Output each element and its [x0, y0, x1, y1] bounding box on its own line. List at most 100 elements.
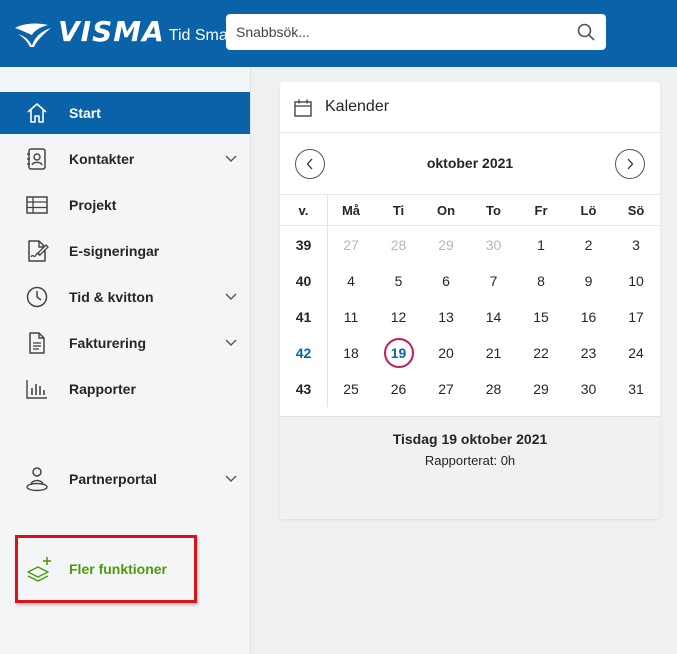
calendar-day[interactable]: 12	[375, 299, 422, 335]
weekday-header: Sö	[627, 202, 645, 218]
calendar-day[interactable]: 28	[375, 227, 422, 263]
selected-date: Tisdag 19 oktober 2021	[392, 431, 548, 447]
sidebar-item-tid-kvitton[interactable]: Tid & kvitton	[0, 276, 250, 318]
chevron-right-icon	[627, 158, 634, 170]
calendar-day[interactable]: 30	[470, 227, 517, 263]
sidebar-item-fakturering[interactable]: Fakturering	[0, 322, 250, 364]
calendar-day[interactable]: 18	[328, 335, 375, 371]
weekday-header: Må	[341, 202, 361, 218]
week-number: 43	[295, 381, 312, 397]
sidebar-item-label: Tid & kvitton	[69, 289, 154, 305]
sidebar-item-label: Projekt	[69, 197, 117, 213]
calendar-title: Kalender	[325, 98, 390, 115]
week-number: 40	[295, 273, 312, 289]
calendar-day[interactable]: 30	[565, 371, 612, 407]
calendar-day[interactable]: 6	[423, 263, 470, 299]
calendar-day[interactable]: 4	[328, 263, 375, 299]
calendar-day[interactable]: 26	[375, 371, 422, 407]
calendar-day[interactable]: 24	[613, 335, 660, 371]
home-icon	[24, 100, 50, 126]
quick-search	[226, 14, 606, 50]
calendar-day[interactable]: 3	[613, 227, 660, 263]
more-functions-label: Fler funktioner	[69, 561, 168, 577]
logo-wordmark: VISMA	[58, 15, 165, 48]
calendar-day[interactable]: 27	[423, 371, 470, 407]
contacts-icon	[24, 146, 50, 172]
calendar-card: Kalender oktober 2021 v. Må Ti On To Fr Lö Sö 39…	[280, 82, 660, 519]
calendar-day[interactable]: 14	[470, 299, 517, 335]
weekday-header: Ti	[392, 202, 405, 218]
reported-hours: Rapporterat: 0h	[424, 453, 516, 468]
sidebar: Start Kontakter Projekt E-signeringar Ti…	[0, 67, 251, 654]
calendar-day[interactable]: 27	[328, 227, 375, 263]
calendar-day[interactable]: 28	[470, 371, 517, 407]
weekday-header: To	[486, 202, 501, 218]
calendar-day[interactable]: 17	[613, 299, 660, 335]
more-functions-button[interactable]: Fler funktioner	[15, 535, 197, 603]
search-icon[interactable]	[576, 22, 596, 42]
chevron-down-icon[interactable]	[224, 152, 238, 166]
sidebar-item-label: Rapporter	[69, 381, 136, 397]
clock-icon	[24, 284, 50, 310]
calendar-day[interactable]: 29	[518, 371, 565, 407]
calendar-day[interactable]: 22	[518, 335, 565, 371]
week-number-header: v.	[298, 202, 309, 218]
chevron-down-icon[interactable]	[224, 472, 238, 486]
week-number: 42	[295, 345, 312, 361]
calendar-day[interactable]: 21	[470, 335, 517, 371]
calendar-day[interactable]: 7	[470, 263, 517, 299]
calendar-day[interactable]: 2	[565, 227, 612, 263]
calendar-day[interactable]: 13	[423, 299, 470, 335]
sidebar-item-projekt[interactable]: Projekt	[0, 184, 250, 226]
top-header: VISMA Tid Smart	[0, 0, 677, 67]
calendar-icon	[293, 98, 313, 118]
month-label: oktober 2021	[426, 155, 514, 171]
layers-plus-icon	[26, 555, 54, 583]
calendar-day[interactable]: 25	[328, 371, 375, 407]
sidebar-item-label: Partnerportal	[69, 471, 157, 487]
calendar-day[interactable]: 9	[565, 263, 612, 299]
chevron-down-icon[interactable]	[224, 336, 238, 350]
today-marker: 19	[383, 338, 414, 368]
calendar-day[interactable]: 31	[613, 371, 660, 407]
calendar-day[interactable]: 29	[423, 227, 470, 263]
sidebar-item-start[interactable]: Start	[0, 92, 250, 134]
week-number: 41	[295, 309, 312, 325]
sidebar-item-label: E-signeringar	[69, 243, 160, 259]
week-number: 39	[295, 237, 312, 253]
month-navigation: oktober 2021	[280, 133, 660, 195]
sidebar-item-rapporter[interactable]: Rapporter	[0, 368, 250, 410]
invoice-icon	[24, 330, 50, 356]
chevron-down-icon[interactable]	[224, 290, 238, 304]
sidebar-item-label: Kontakter	[69, 151, 135, 167]
calendar-header: Kalender	[280, 82, 660, 133]
bar-chart-icon	[24, 376, 50, 402]
weekday-header: Lö	[580, 202, 597, 218]
calendar-day[interactable]: 16	[565, 299, 612, 335]
calendar-day[interactable]: 11	[328, 299, 375, 335]
calendar-day[interactable]: 20	[423, 335, 470, 371]
next-month-button[interactable]	[615, 149, 645, 179]
weekday-header: Fr	[534, 202, 548, 218]
project-table-icon	[24, 192, 50, 218]
e-sign-icon	[24, 238, 50, 264]
calendar-day[interactable]: 10	[613, 263, 660, 299]
calendar-day[interactable]: 8	[518, 263, 565, 299]
calendar-day[interactable]: 5	[375, 263, 422, 299]
calendar-footer: Tisdag 19 oktober 2021 Rapporterat: 0h	[280, 416, 660, 519]
sidebar-item-label: Fakturering	[69, 335, 147, 351]
partner-icon	[24, 466, 50, 492]
sidebar-item-e-signeringar[interactable]: E-signeringar	[0, 230, 250, 272]
sidebar-item-partnerportal[interactable]: Partnerportal	[0, 458, 250, 500]
visma-logo[interactable]: VISMA Tid Smart	[14, 16, 238, 48]
calendar-day[interactable]: 23	[565, 335, 612, 371]
calendar-grid: v. Må Ti On To Fr Lö Sö 39 27 28 29 30 1 2 3 40 4 5 6 7 8 9 10 4…	[280, 195, 660, 407]
calendar-day[interactable]: 15	[518, 299, 565, 335]
visma-swoosh-icon	[15, 23, 51, 47]
sidebar-item-label: Start	[69, 105, 101, 121]
search-input[interactable]	[236, 24, 576, 40]
calendar-day[interactable]: 1	[518, 227, 565, 263]
weekday-divider	[280, 225, 660, 226]
sidebar-item-kontakter[interactable]: Kontakter	[0, 138, 250, 180]
calendar-day-today[interactable]: 19	[375, 335, 422, 371]
